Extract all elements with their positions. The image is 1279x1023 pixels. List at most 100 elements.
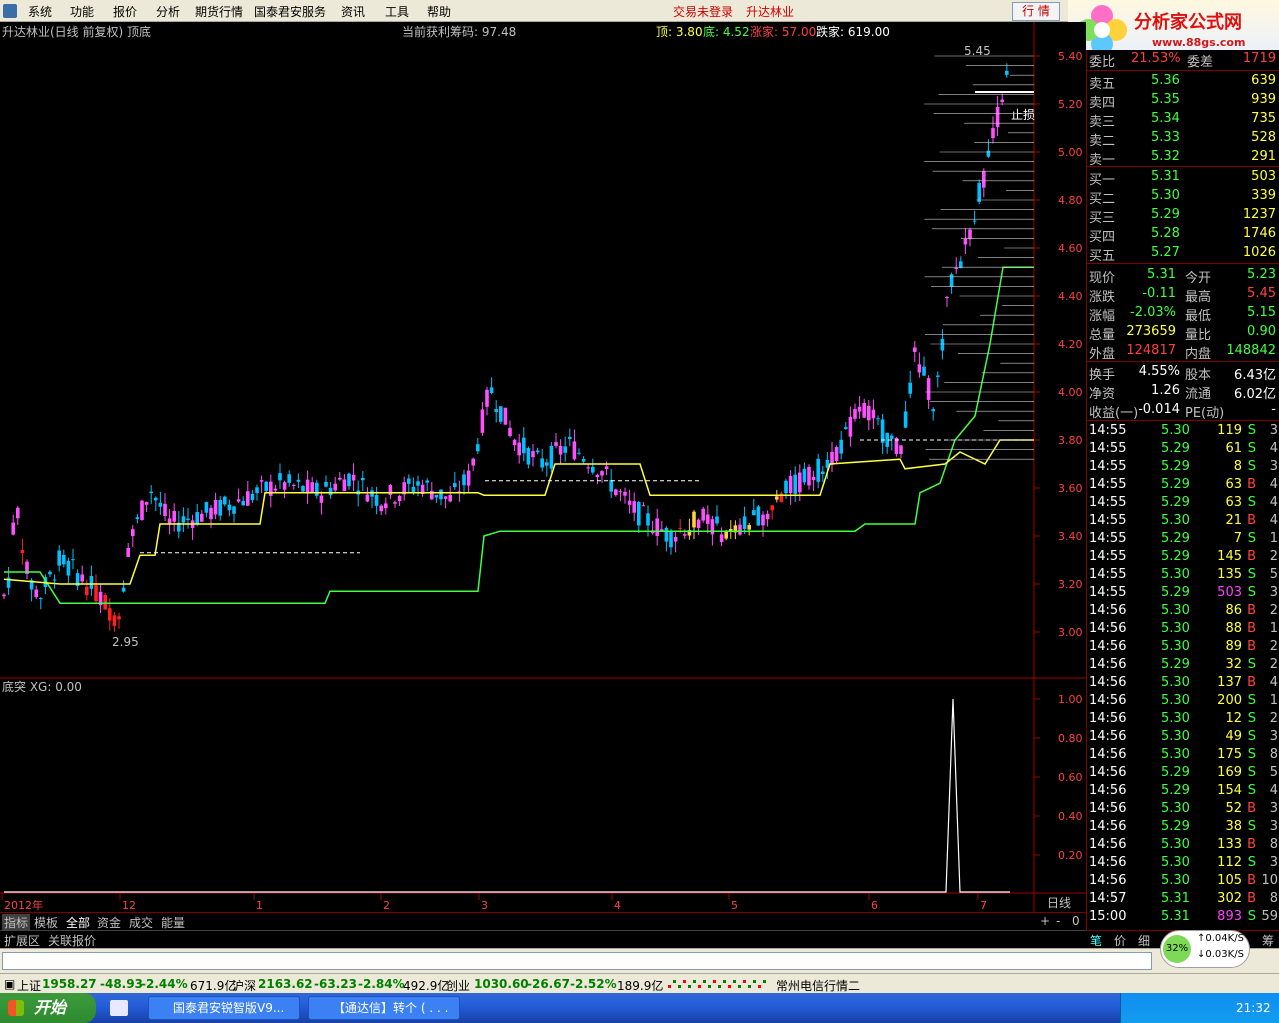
candle-body [393,502,397,504]
candle-body [144,501,149,505]
ind-tick-label: 1.00 [1058,693,1083,706]
command-input[interactable] [2,952,1152,970]
tick-row[interactable]: 14:55 5.30 21 B 4 [1087,513,1279,531]
kline-chart[interactable]: 升达林业(日线 前复权) 顶底 当前获利筹码: 97.48 顶: 3.80 底:… [0,22,1086,912]
tab-deal[interactable]: 成交 [129,914,153,931]
zoom-out-button[interactable]: - [1056,914,1060,928]
candle-body [972,220,977,222]
quicklaunch-icon[interactable] [110,1000,128,1016]
tick-row[interactable]: 14:56 5.30 88 B 1 [1087,621,1279,639]
candle-body [683,534,687,536]
candle-body [756,506,761,526]
tick-row[interactable]: 14:55 5.29 503 S 3 [1087,585,1279,603]
tick-row[interactable]: 14:56 5.30 112 S 3 [1087,855,1279,873]
quote-button[interactable]: 行 情 [1012,2,1060,21]
menu-item-service[interactable]: 国泰君安服务 [254,3,326,20]
candle-body [264,481,268,492]
tick-row[interactable]: 14:56 5.30 175 S 8 [1087,747,1279,765]
tick-row[interactable]: 14:57 5.31 302 B 8 [1087,891,1279,909]
breadth-bar [723,980,726,983]
tick-row[interactable]: 14:56 5.30 49 S 3 [1087,729,1279,747]
candle-body [867,405,871,421]
candle-body [121,587,126,592]
tick-row[interactable]: 14:55 5.29 63 B 4 [1087,477,1279,495]
candle-body [186,518,190,520]
candle-body [844,427,848,429]
tick-row[interactable]: 14:56 5.30 200 S 1 [1087,693,1279,711]
tick-row[interactable]: 14:56 5.30 86 B 2 [1087,603,1279,621]
breadth-bar [708,985,711,988]
candle-body [370,490,374,497]
top-label: 顶: 3.80 [656,25,703,39]
candle-body [149,491,153,494]
candle-body [301,486,305,492]
candle-body [788,475,793,494]
start-button[interactable]: 开始 [0,993,96,1023]
menu-item-function[interactable]: 功能 [70,3,94,20]
app-icon[interactable] [3,4,17,18]
tick-row[interactable]: 14:55 5.29 7 S 1 [1087,531,1279,549]
tick-row[interactable]: 14:56 5.29 32 S 2 [1087,657,1279,675]
tick-row[interactable]: 14:55 5.29 8 S 3 [1087,459,1279,477]
candle-body [117,616,121,620]
chart-title: 升达林业(日线 前复权) 顶底 [2,24,151,39]
menu-item-futures[interactable]: 期货行情 [195,3,243,20]
menu-item-analysis[interactable]: 分析 [156,3,180,20]
candle-body [995,106,1000,128]
tick-row[interactable]: 14:56 5.30 12 S 2 [1087,711,1279,729]
tick-row[interactable]: 14:55 5.30 119 S 3 [1087,423,1279,441]
candle-body [397,495,402,502]
tab-trades[interactable]: 笔 [1090,932,1102,949]
server-label[interactable]: 常州电信行情二 [776,977,860,994]
menu-item-tools[interactable]: 工具 [385,3,409,20]
tick-row[interactable]: 14:56 5.29 169 S 5 [1087,765,1279,783]
stat-row: 现价 5.31 今开 5.23 [1089,267,1276,286]
candle-body [940,338,945,351]
candle-body [485,389,489,407]
tab-energy[interactable]: 能量 [161,914,185,931]
zoom-reset-button[interactable]: 0 [1072,914,1080,928]
tick-row[interactable]: 14:56 5.30 89 B 2 [1087,639,1279,657]
tab-template[interactable]: 模板 [34,914,58,931]
tab-fund[interactable]: 资金 [97,914,121,931]
tick-row[interactable]: 14:56 5.30 105 B 10 [1087,873,1279,891]
candle-body [282,482,287,490]
tick-row[interactable]: 14:56 5.29 38 S 3 [1087,819,1279,837]
task-tongdaxin[interactable]: 【通达信】转个 ( . . . [308,996,460,1020]
tick-row[interactable]: 14:56 5.30 137 B 4 [1087,675,1279,693]
zoom-in-button[interactable]: + [1040,914,1050,928]
candle-body [471,458,475,466]
menu-item-system[interactable]: 系统 [28,3,52,20]
tick-row[interactable]: 15:00 5.31 893 S 59 [1087,909,1279,927]
tab-detail[interactable]: 细 [1138,932,1150,949]
menu-item-quote[interactable]: 报价 [113,3,137,20]
candle-body [508,427,512,436]
candle-body [434,494,439,498]
tick-row[interactable]: 14:55 5.30 135 S 5 [1087,567,1279,585]
tab-chips[interactable]: 筹 [1262,932,1274,949]
tick-row[interactable]: 14:56 5.29 154 S 4 [1087,783,1279,801]
tab-all[interactable]: 全部 [66,914,90,931]
candle-body [462,474,466,486]
candle-body [453,483,457,488]
tab-price[interactable]: 价 [1114,932,1126,949]
tab-indicator[interactable]: 指标 [2,914,31,931]
candle-body [922,366,926,376]
chart-area[interactable]: 升达林业(日线 前复权) 顶底 当前获利筹码: 97.48 顶: 3.80 底:… [0,22,1086,912]
tick-row[interactable]: 14:56 5.30 52 B 3 [1087,801,1279,819]
trade-status[interactable]: 交易未登录 [673,3,733,20]
tick-row[interactable]: 14:55 5.29 63 S 4 [1087,495,1279,513]
candle-body [834,447,839,462]
tab-extension[interactable]: 扩展区 [4,932,40,949]
candle-body [250,493,255,501]
candle-body [522,437,526,454]
tick-row[interactable]: 14:56 5.30 133 B 8 [1087,837,1279,855]
task-guotai[interactable]: 国泰君安锐智版V9... [148,996,300,1020]
candle-body [558,445,563,455]
tick-row[interactable]: 14:55 5.29 61 S 4 [1087,441,1279,459]
menu-item-info[interactable]: 资讯 [341,3,365,20]
min-price-label: 2.95 [112,635,139,649]
tab-related-quote[interactable]: 关联报价 [48,932,96,949]
menu-item-help[interactable]: 帮助 [427,3,451,20]
tick-row[interactable]: 14:55 5.29 145 B 2 [1087,549,1279,567]
